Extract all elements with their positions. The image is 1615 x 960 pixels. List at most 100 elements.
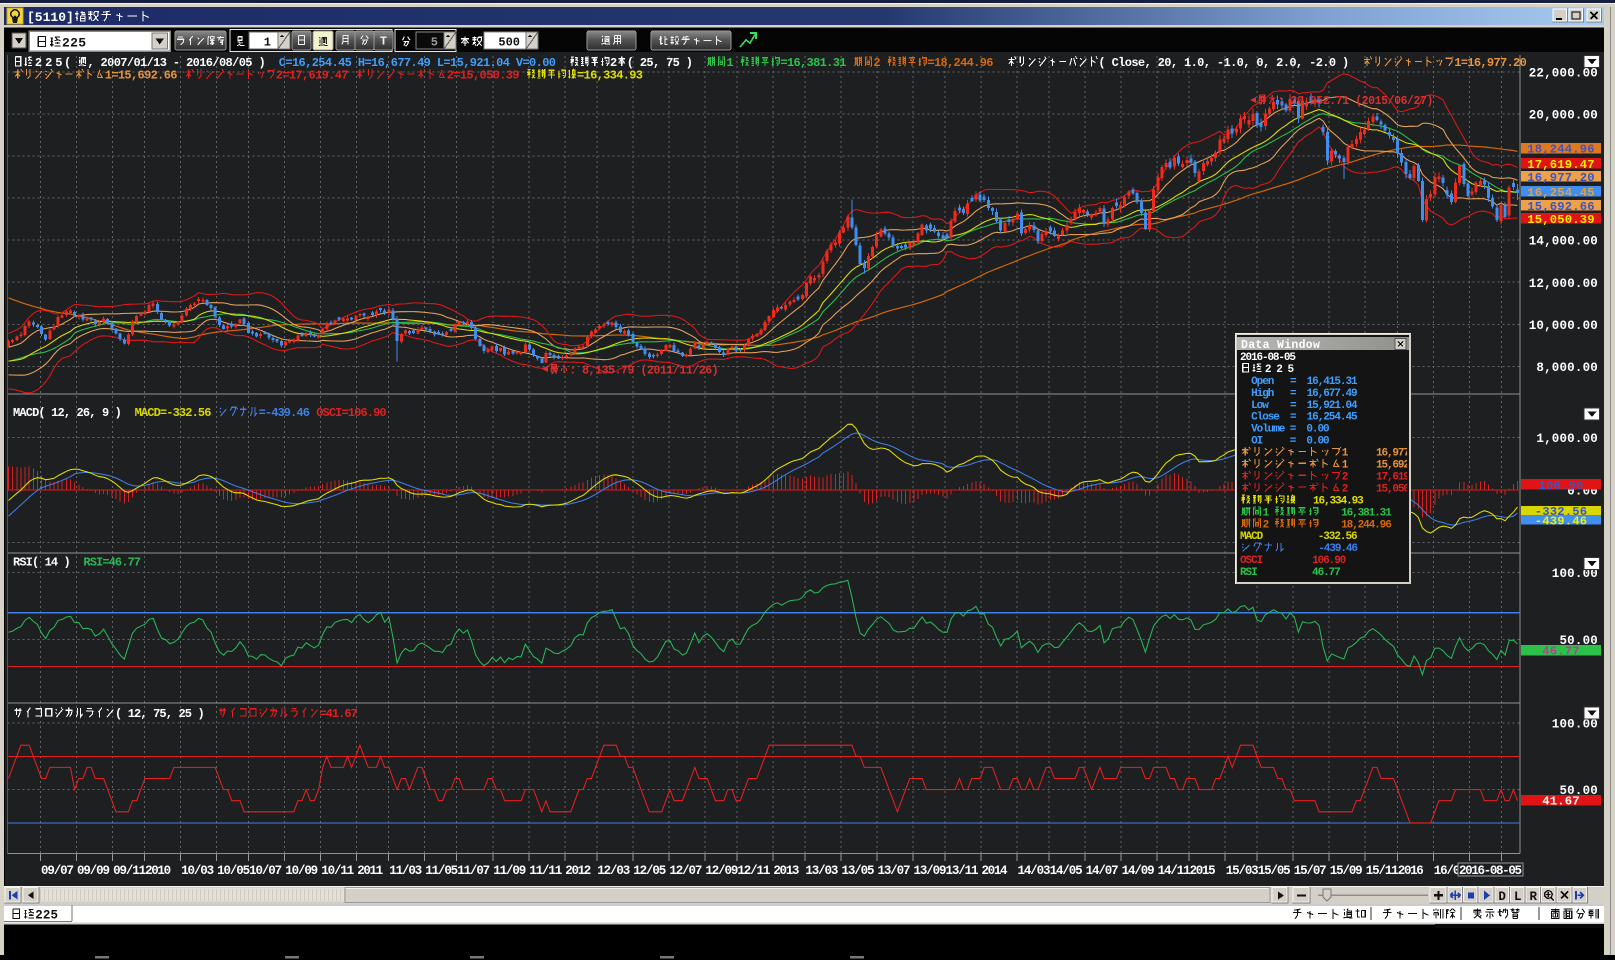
svg-text:16,977: 16,977 [1376,448,1410,460]
svg-text:11/07: 11/07 [457,864,490,878]
svg-text:: 8,135.79 (2011/11/26): : 8,135.79 (2011/11/26) [569,365,719,378]
svg-text:13/07: 13/07 [878,864,911,878]
svg-text:225: 225 [62,36,86,51]
svg-text:L: L [1514,890,1522,904]
svg-text:14/07: 14/07 [1086,864,1119,878]
svg-text:R: R [1530,890,1538,904]
svg-text:20,000.00: 20,000.00 [1529,109,1598,123]
svg-text:18,244.96: 18,244.96 [1527,142,1595,156]
svg-text:100.00: 100.00 [1552,718,1598,732]
svg-text:500: 500 [498,36,520,50]
svg-text:1: 1 [1342,448,1349,460]
svg-text:2: 2 [873,56,886,70]
svg-text:2012: 2012 [565,864,591,878]
svg-text:2=17,619.47: 2=17,619.47 [276,69,355,83]
svg-text:2016: 2016 [1398,864,1424,878]
svg-text:10/03: 10/03 [181,864,214,878]
svg-text:16,334.93: 16,334.93 [1297,495,1365,507]
svg-text:5: 5 [431,36,438,50]
svg-text:MACD( 12, 26, 9 ): MACD( 12, 26, 9 ) [13,406,135,420]
svg-text:10/07: 10/07 [249,864,282,878]
svg-text:13/11: 13/11 [946,864,979,878]
svg-text:( Close, 20, 1.0, -1.0, 0, 2.0: ( Close, 20, 1.0, -1.0, 0, 2.0, -2.0 ) [1098,56,1362,70]
svg-text:15,692.66: 15,692.66 [1527,200,1595,214]
svg-text:15/03: 15/03 [1226,864,1259,878]
svg-text:46.77: 46.77 [1542,644,1580,658]
svg-text:Low = 15,921.04: Low = 15,921.04 [1240,400,1358,412]
svg-text:18,244.96: 18,244.96 [1319,519,1392,531]
svg-text:225: 225 [35,909,58,923]
svg-text:15/07: 15/07 [1294,864,1327,878]
svg-text:11/05: 11/05 [425,864,458,878]
svg-text:5: 5 [55,56,62,70]
svg-text:16,254.45: 16,254.45 [1527,186,1595,200]
svg-text:1: 1 [264,36,271,50]
svg-text:15,050: 15,050 [1376,483,1410,495]
svg-text:2: 2 [1263,519,1274,531]
svg-text:( 12, 75, 25 ): ( 12, 75, 25 ) [115,707,217,721]
svg-text:=18,244.96: =18,244.96 [927,56,1000,70]
svg-text:Open = 16,415.31: Open = 16,415.31 [1240,376,1358,388]
svg-text:16,977.20: 16,977.20 [1527,171,1595,185]
svg-text:2016-08-05: 2016-08-05 [1240,352,1296,364]
svg-text:14/05: 14/05 [1050,864,1083,878]
svg-text:2014: 2014 [982,864,1008,878]
svg-text:=-439.46: =-439.46 [259,406,317,420]
svg-text:OI = 0.00: OI = 0.00 [1240,436,1330,448]
svg-text:13/05: 13/05 [842,864,875,878]
svg-text:10,000.00: 10,000.00 [1529,319,1598,333]
svg-text:1,000.00: 1,000.00 [1536,432,1598,446]
svg-text:-439.46: -439.46 [1535,514,1588,528]
svg-text:T: T [380,35,387,49]
svg-text:(: ( [64,56,77,70]
svg-text:10/09: 10/09 [285,864,318,878]
svg-text:12/05: 12/05 [633,864,666,878]
svg-text:41.67: 41.67 [1542,794,1580,808]
svg-text:15,692: 15,692 [1376,460,1410,472]
svg-text:RSI( 14 ): RSI( 14 ) [13,556,83,570]
svg-text:MACD -332.56: MACD -332.56 [1240,531,1358,543]
svg-text:15/05: 15/05 [1258,864,1291,878]
svg-text:2: 2 [1342,472,1349,484]
svg-text:11/11: 11/11 [529,864,562,878]
svg-text:17,619.47: 17,619.47 [1527,158,1595,172]
svg-text:15/09: 15/09 [1330,864,1363,878]
svg-text:2011: 2011 [357,864,383,878]
svg-text:OSCI=106.90: OSCI=106.90 [316,406,386,420]
svg-text:2=15,050.39: 2=15,050.39 [447,69,526,83]
svg-text:1=15,692.66: 1=15,692.66 [105,69,184,83]
svg-text:High = 16,677.49: High = 16,677.49 [1240,388,1358,400]
svg-text:2: 2 [1342,483,1349,495]
svg-text:10/05: 10/05 [217,864,250,878]
svg-text:8,000.00: 8,000.00 [1536,361,1598,375]
svg-text:2: 2 [35,56,42,70]
svg-text:2016-08-05: 2016-08-05 [1459,864,1522,878]
svg-text:-439.46: -439.46 [1285,543,1358,555]
svg-text:2010: 2010 [145,864,171,878]
svg-text:12/11: 12/11 [737,864,770,878]
svg-text:MACD=-332.56: MACD=-332.56 [135,406,218,420]
svg-text:1=16,977.20: 1=16,977.20 [1454,56,1527,70]
svg-text:14/03: 14/03 [1018,864,1051,878]
svg-text:16,381.31: 16,381.31 [1319,507,1392,519]
svg-text:1: 1 [726,56,739,70]
svg-text:5: 5 [1287,364,1294,376]
svg-text:Data Window: Data Window [1241,339,1320,352]
svg-text:11/09: 11/09 [493,864,526,878]
svg-text:12/03: 12/03 [597,864,630,878]
svg-text:2013: 2013 [773,864,799,878]
svg-text:=41.67: =41.67 [319,707,357,721]
svg-text:09/11: 09/11 [113,864,146,878]
svg-text:10/11: 10/11 [321,864,354,878]
svg-text:14,000.00: 14,000.00 [1529,235,1598,249]
svg-text:13/09: 13/09 [914,864,947,878]
svg-text:: 20,952.71 (2015/06/27): : 20,952.71 (2015/06/27) [1277,95,1433,108]
svg-text:Volume = 0.00: Volume = 0.00 [1240,424,1330,436]
svg-text:11/03: 11/03 [389,864,422,878]
svg-text:2: 2 [1276,364,1283,376]
svg-text:D: D [1498,890,1506,904]
svg-text:RSI=46.77: RSI=46.77 [83,556,141,570]
svg-text:1: 1 [1263,507,1274,519]
svg-text:2015: 2015 [1190,864,1216,878]
svg-text:=16,381.31: =16,381.31 [780,56,853,70]
